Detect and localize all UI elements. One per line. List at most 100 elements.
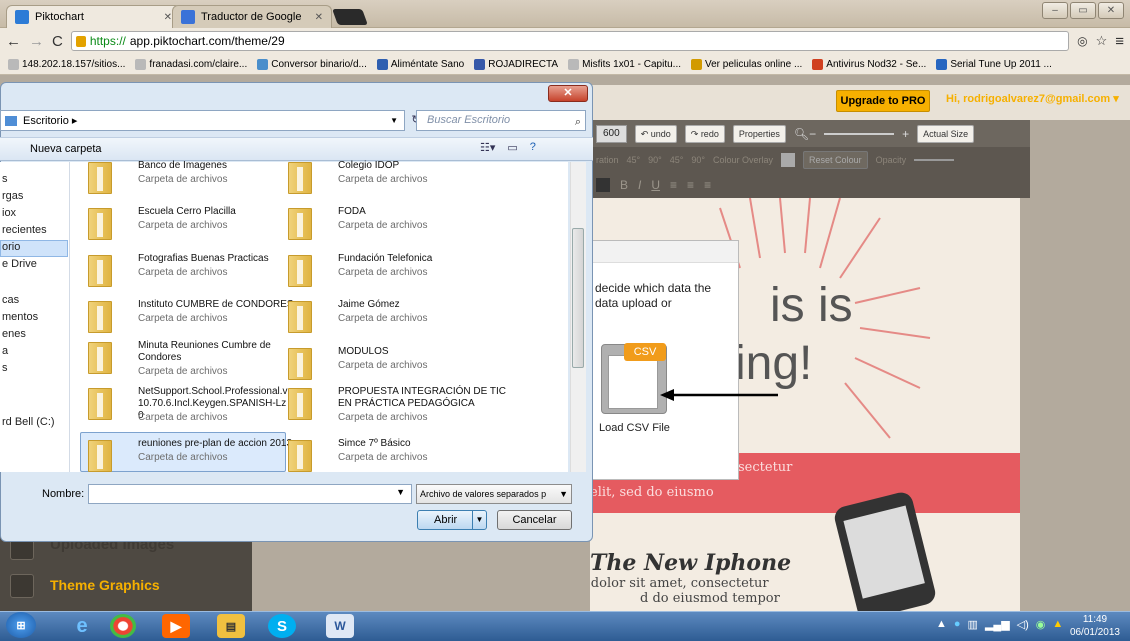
new-tab-button[interactable] bbox=[332, 9, 368, 25]
rotate-45-option[interactable]: 45° bbox=[627, 155, 641, 165]
iphone-heading[interactable]: The New Iphone bbox=[590, 550, 791, 576]
shield-icon[interactable]: ◎ bbox=[1077, 34, 1087, 48]
undo-button[interactable]: ↶ undo bbox=[634, 124, 677, 143]
canvas-headline-2[interactable]: ing! bbox=[735, 336, 812, 391]
upgrade-button[interactable]: Upgrade to PRO bbox=[836, 90, 930, 112]
folder-item-selected[interactable]: reuniones pre-plan de accion 2013 Carpet… bbox=[80, 438, 292, 478]
theme-graphics-link[interactable]: Theme Graphics bbox=[50, 577, 160, 593]
filename-input[interactable]: ▼ bbox=[88, 484, 412, 504]
open-button[interactable]: Abrir ▼ bbox=[417, 510, 487, 530]
tab-traductor[interactable]: Traductor de Google ✕ bbox=[172, 5, 332, 28]
folder-item[interactable]: MODULOS Carpeta de archivos bbox=[280, 346, 490, 386]
properties-button[interactable]: Properties bbox=[732, 124, 786, 143]
volume-icon[interactable]: ◁) bbox=[1017, 618, 1029, 631]
chevron-down-icon[interactable]: ▼ bbox=[396, 487, 405, 497]
nav-item-drive[interactable]: rd Bell (C:) bbox=[2, 416, 55, 428]
bookmark-item[interactable]: Aliméntate Sano bbox=[376, 58, 464, 70]
star-icon[interactable]: ☆ bbox=[1096, 33, 1108, 49]
tab-piktochart[interactable]: Piktochart ✕ bbox=[6, 5, 181, 28]
folder-item[interactable]: Instituto CUMBRE de CONDORES Carpeta de … bbox=[80, 299, 294, 339]
color-swatch[interactable] bbox=[596, 178, 610, 192]
preview-pane-icon[interactable]: ▭ bbox=[507, 141, 517, 154]
reset-colour-button[interactable]: Reset Colour bbox=[803, 150, 868, 169]
flag-icon[interactable]: ▲ bbox=[1052, 618, 1063, 631]
zoom-in-icon[interactable]: + bbox=[902, 127, 909, 141]
bookmark-item[interactable]: Conversor binario/d... bbox=[257, 58, 367, 70]
menu-icon[interactable]: ≡ bbox=[1115, 33, 1124, 50]
folder-item[interactable]: NetSupport.School.Professional.v10.70.6.… bbox=[80, 386, 290, 426]
align-center-icon[interactable]: ≡ bbox=[687, 178, 694, 192]
bookmark-item[interactable]: franadasi.com/claire... bbox=[135, 58, 247, 70]
folder-item[interactable]: FODA Carpeta de archivos bbox=[280, 206, 490, 246]
tray-expand-icon[interactable]: ▲ bbox=[936, 618, 947, 631]
forward-icon[interactable]: → bbox=[29, 33, 44, 50]
folder-item[interactable]: PROPUESTA INTEGRACIÓN DE TIC EN PRÁCTICA… bbox=[280, 386, 506, 426]
bookmark-item[interactable]: Serial Tune Up 2011 ... bbox=[936, 58, 1052, 70]
bookmark-item[interactable]: Antivirus Nod32 - Se... bbox=[812, 58, 926, 70]
taskbar-clock[interactable]: 11:49 06/01/2013 bbox=[1070, 613, 1120, 639]
cancel-button[interactable]: Cancelar bbox=[497, 510, 572, 530]
internet-explorer-icon[interactable]: e bbox=[68, 614, 96, 638]
folder-item[interactable]: Fotografias Buenas Practicas Carpeta de … bbox=[80, 253, 290, 293]
italic-icon[interactable]: I bbox=[638, 178, 641, 192]
folder-item[interactable]: Minuta Reuniones Cumbre de Condores Carp… bbox=[80, 340, 290, 380]
folder-item[interactable]: Fundación Telefonica Carpeta de archivos bbox=[280, 253, 490, 293]
align-left-icon[interactable]: ≡ bbox=[670, 178, 677, 192]
tray-app-icon[interactable]: ● bbox=[954, 618, 961, 631]
nav-item[interactable]: enes bbox=[2, 328, 26, 340]
back-icon[interactable]: ← bbox=[6, 33, 21, 50]
chevron-down-icon[interactable]: ▼ bbox=[390, 116, 398, 125]
signal-icon[interactable]: ▂▄▆ bbox=[985, 618, 1010, 631]
tab-close-icon[interactable]: ✕ bbox=[164, 12, 172, 23]
url-field[interactable]: https://app.piktochart.com/theme/29 bbox=[70, 31, 1070, 51]
folder-item[interactable]: Colegio IDOP Carpeta de archivos bbox=[280, 160, 490, 200]
nav-item[interactable]: rgas bbox=[2, 190, 23, 202]
start-button[interactable]: ⊞ bbox=[6, 612, 36, 638]
folder-item[interactable]: Jaime Gómez Carpeta de archivos bbox=[280, 299, 490, 339]
nav-item-selected[interactable]: orio bbox=[2, 241, 20, 253]
word-icon[interactable]: W bbox=[326, 614, 354, 638]
network-icon[interactable]: ▥ bbox=[968, 618, 978, 631]
dialog-path-bar[interactable]: Escritorio ▸ ▼ bbox=[0, 110, 405, 131]
close-window-button[interactable]: ✕ bbox=[1098, 2, 1124, 19]
folder-item[interactable]: Simce 7º Básico Carpeta de archivos bbox=[280, 438, 490, 478]
zoom-out-icon[interactable]: 🔍︎− bbox=[794, 127, 816, 141]
view-options-icon[interactable]: ☷▾ bbox=[480, 141, 495, 154]
dialog-close-button[interactable]: ✕ bbox=[548, 85, 588, 102]
bookmark-item[interactable]: Ver peliculas online ... bbox=[691, 58, 802, 70]
bookmark-item[interactable]: Misfits 1x01 - Capitu... bbox=[568, 58, 681, 70]
file-type-select[interactable]: Archivo de valores separados p ▼ bbox=[416, 484, 572, 504]
new-folder-button[interactable]: Nueva carpeta bbox=[30, 143, 102, 155]
rotate-90-option[interactable]: 90° bbox=[648, 155, 662, 165]
redo-button[interactable]: ↷ redo bbox=[684, 124, 725, 143]
folder-item[interactable]: Escuela Cerro Placilla Carpeta de archiv… bbox=[80, 206, 290, 246]
scrollbar-thumb[interactable] bbox=[572, 228, 584, 368]
nav-item[interactable]: mentos bbox=[2, 311, 38, 323]
reload-icon[interactable]: C bbox=[52, 33, 63, 50]
explorer-icon[interactable]: ▤ bbox=[217, 614, 245, 638]
width-select[interactable]: 600 bbox=[596, 124, 627, 143]
media-player-icon[interactable]: ▶ bbox=[162, 614, 190, 638]
nav-item[interactable]: e Drive bbox=[2, 258, 37, 270]
skype-icon[interactable]: S bbox=[268, 614, 296, 638]
search-input[interactable]: Buscar Escritorio ⌕ bbox=[416, 110, 586, 131]
open-dropdown-icon[interactable]: ▼ bbox=[472, 511, 486, 529]
colour-swatch[interactable] bbox=[781, 152, 796, 167]
security-icon[interactable]: ◉ bbox=[1036, 618, 1046, 631]
zoom-slider[interactable] bbox=[824, 132, 895, 135]
rotate-neg90-option[interactable]: 90° bbox=[691, 155, 705, 165]
canvas-headline-1[interactable]: is is bbox=[770, 278, 853, 333]
nav-item[interactable]: iox bbox=[2, 207, 16, 219]
bold-icon[interactable]: B bbox=[620, 178, 628, 192]
nav-item[interactable]: cas bbox=[2, 294, 19, 306]
user-account-menu[interactable]: Hi, rodrigoalvarez7@gmail.com ▾ bbox=[946, 92, 1119, 105]
load-csv-button[interactable]: CSV bbox=[601, 343, 667, 414]
underline-icon[interactable]: U bbox=[651, 178, 660, 192]
align-right-icon[interactable]: ≡ bbox=[704, 178, 711, 192]
iphone-body-text[interactable]: Lorem ipsum dolor sit amet, consectetur … bbox=[590, 576, 800, 606]
bookmark-item[interactable]: 148.202.18.157/sitios... bbox=[8, 58, 125, 70]
nav-item[interactable]: recientes bbox=[2, 224, 47, 236]
nav-item[interactable]: s bbox=[2, 173, 8, 185]
rotate-neg45-option[interactable]: 45° bbox=[670, 155, 684, 165]
chrome-icon[interactable] bbox=[110, 614, 136, 638]
